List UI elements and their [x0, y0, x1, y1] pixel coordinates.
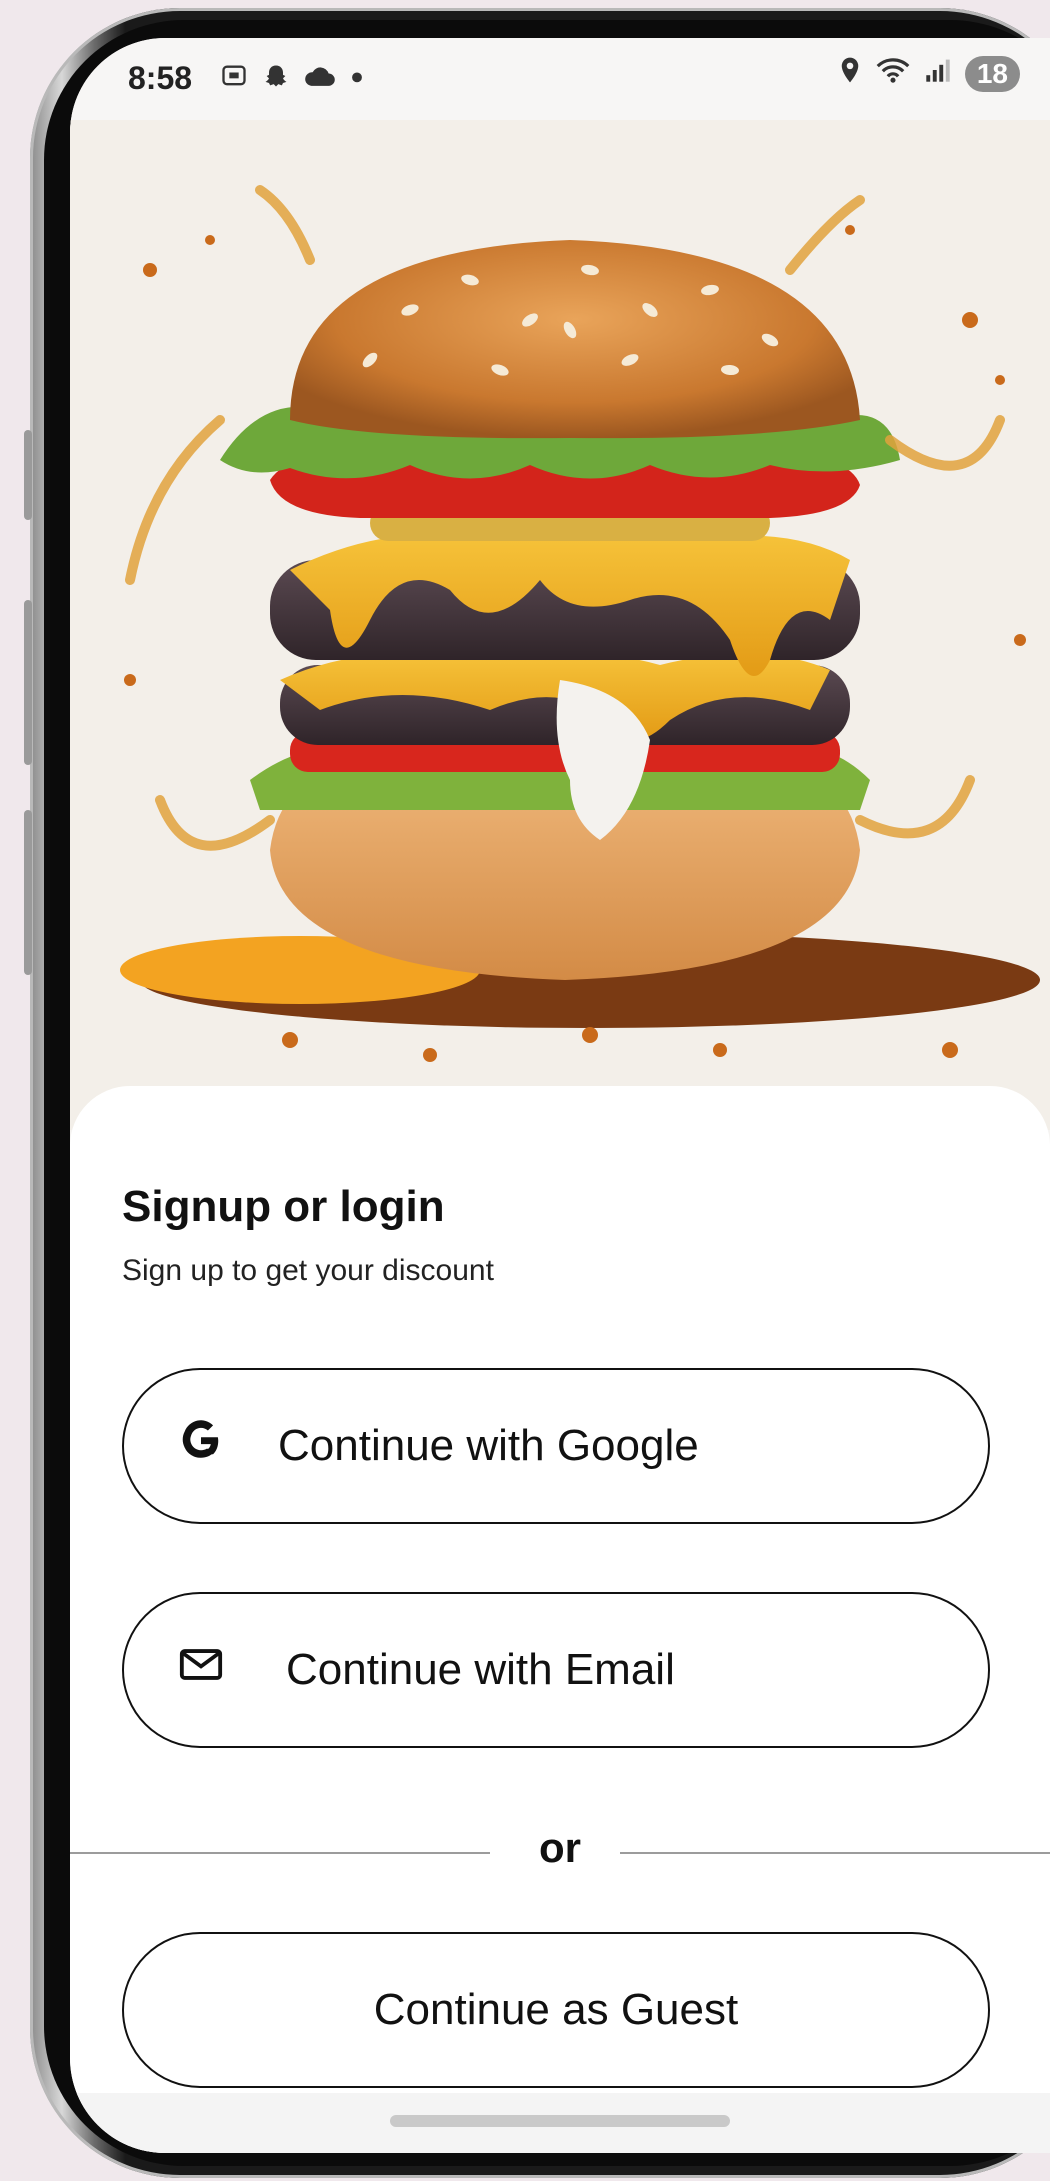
- auth-subtitle: Sign up to get your discount: [122, 1254, 494, 1287]
- wifi-icon: [875, 56, 911, 92]
- snapchat-icon: [262, 62, 290, 97]
- status-bar: 8:58 18: [70, 38, 1050, 120]
- continue-as-guest-button[interactable]: Continue as Guest: [122, 1932, 990, 2088]
- signal-icon: [925, 56, 951, 92]
- mute-switch: [24, 430, 32, 520]
- dot-icon: [350, 62, 364, 97]
- google-button-label: Continue with Google: [278, 1421, 699, 1470]
- or-divider: or: [539, 1824, 581, 1871]
- location-icon: [839, 56, 861, 92]
- volume-up-button: [24, 600, 32, 765]
- status-time: 8:58: [128, 60, 193, 96]
- mail-icon: [178, 1645, 224, 1696]
- app-screen: 8:58 18 Signup or login Sign up to get y…: [70, 38, 1050, 2153]
- burger-illustration: [70, 120, 1050, 1130]
- home-indicator[interactable]: [390, 2115, 730, 2127]
- hero-burger-image: [70, 120, 1050, 1130]
- auth-title: Signup or login: [122, 1182, 445, 1231]
- continue-with-email-button[interactable]: Continue with Email: [122, 1592, 990, 1748]
- volume-down-button: [24, 810, 32, 975]
- battery-indicator: 18: [964, 56, 1020, 92]
- gesture-bar: [70, 2093, 1050, 2153]
- status-system-icons: 18: [839, 56, 1020, 92]
- cloud-icon: [304, 62, 336, 97]
- email-button-label: Continue with Email: [286, 1645, 675, 1694]
- status-notification-icons: [220, 62, 364, 97]
- auth-bottom-sheet: Signup or login Sign up to get your disc…: [70, 1086, 1050, 2153]
- continue-with-google-button[interactable]: Continue with Google: [122, 1368, 990, 1524]
- screenshot-icon: [220, 62, 248, 97]
- google-icon: [178, 1418, 224, 1475]
